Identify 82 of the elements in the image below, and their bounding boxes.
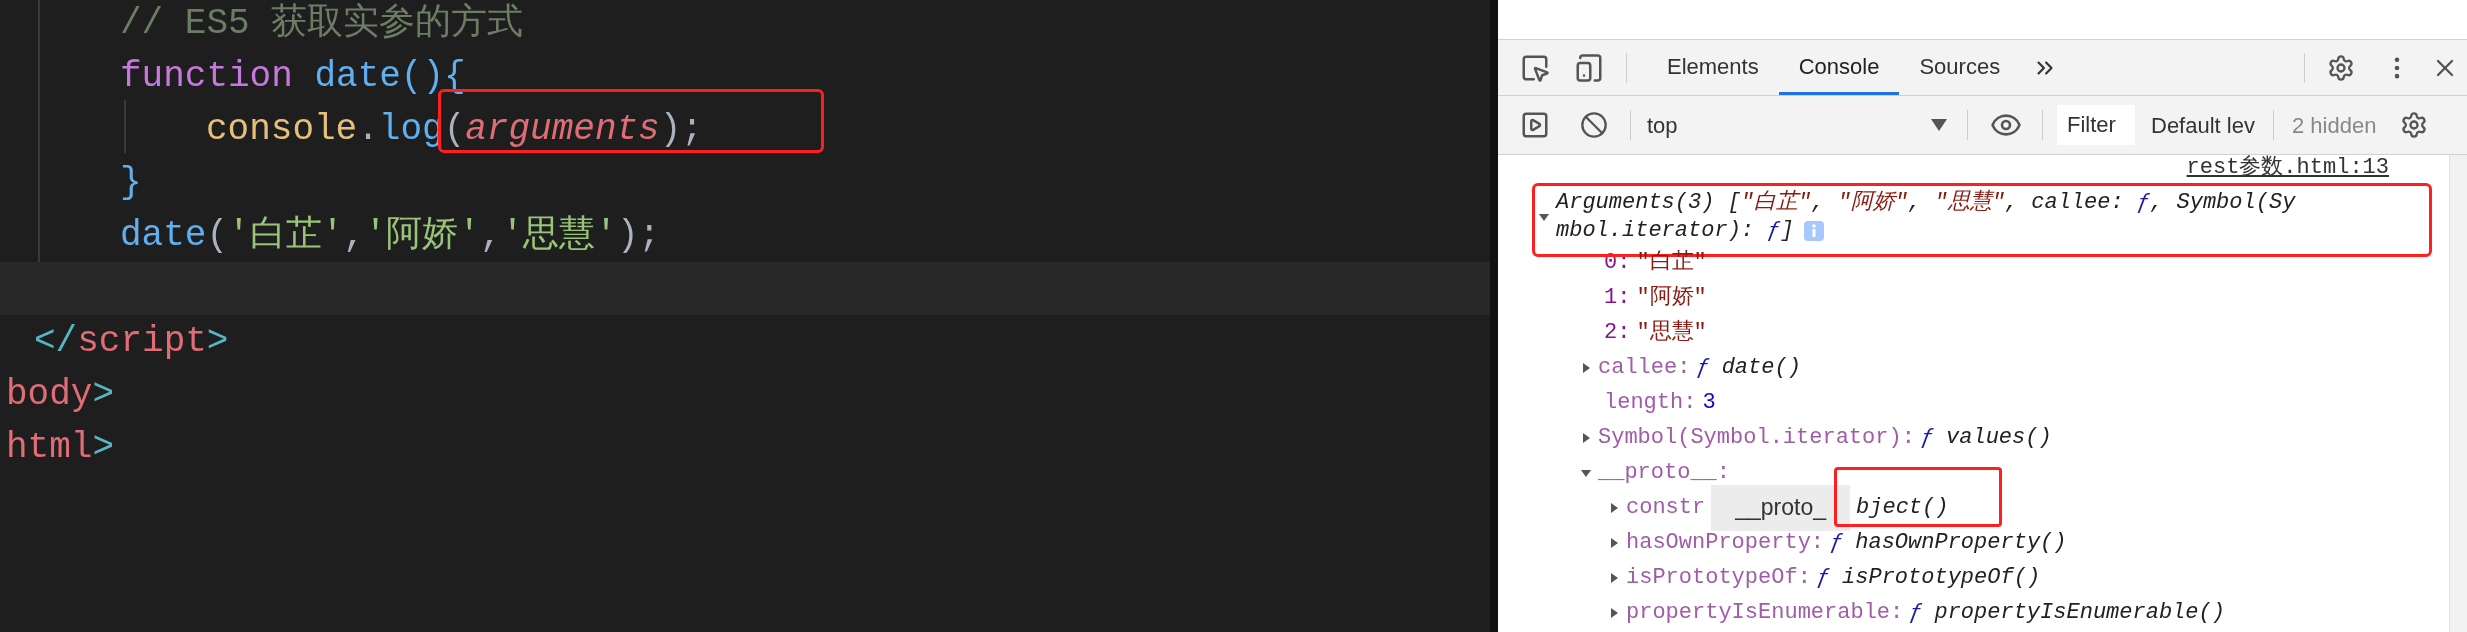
expand-triangle-icon[interactable] [1580,431,1592,444]
value-text: propertyIsEnumerable() [1934,599,2225,627]
code-punctuation: , [343,213,365,258]
string-value: "思慧" [1636,318,1707,347]
hidden-count: 2 hidden [2291,111,2377,140]
value-text: isPrototypeOf() [1842,564,2041,592]
code-punctuation: ( [206,213,229,258]
function-symbol: ƒ [1767,217,1781,245]
property-key: Symbol(Symbol.iterator): [1598,421,1915,454]
string-value: "阿娇" [1636,284,1707,312]
code-punctuation: . [357,107,379,152]
context-select[interactable]: top [1647,108,1947,142]
value-text: hasOwnProperty() [1855,529,2067,557]
collapse-triangle-icon[interactable] [1538,211,1550,223]
code-bracket: </ [34,319,78,364]
property-key: constr [1626,491,1706,524]
function-symbol: ƒ [1830,529,1844,557]
scrollbar[interactable] [2449,155,2467,632]
function-symbol: ƒ [1920,424,1935,452]
property-key: length: [1604,386,1697,419]
string-value: "阿娇" [1837,189,1909,217]
property-key: 1: [1604,281,1631,314]
code-tag: html [6,420,93,475]
property-key: isPrototypeOf: [1626,561,1811,594]
code-tag: body [6,367,93,422]
code-parameter: arguments [465,108,660,150]
code-identifier: date [120,213,207,258]
expand-triangle-icon[interactable] [1608,571,1620,584]
expand-triangle-icon[interactable] [1608,606,1620,619]
dropdown-caret-icon [1931,119,1947,131]
summary-text: Arguments(3) [ [1556,189,1741,217]
property-key: propertyIsEnumerable: [1626,596,1904,629]
summary-text: , [1908,189,1923,217]
code-string: '阿娇' [364,213,481,258]
expand-triangle-icon[interactable] [1580,361,1592,374]
code-bracket: > [92,425,115,470]
device-icon[interactable] [1574,52,1604,83]
code-keyword: function [120,54,294,99]
filter-field[interactable]: Filter [2057,105,2135,145]
code-punctuation: , [480,213,502,258]
string-value: "白芷" [1740,189,1812,217]
property-key: callee: [1598,351,1691,384]
summary-text: , [1811,189,1826,217]
code-identifier: date [314,54,401,99]
code-bracket: > [206,319,229,364]
value-text: date() [1721,354,1801,382]
value-text: values() [1946,424,2052,452]
string-value: "白芷" [1636,249,1707,277]
code-string: '思慧' [501,213,617,258]
string-value: "思慧" [1934,189,2005,217]
property-key: 2: [1604,316,1631,349]
code-bracket: (){ [400,54,466,99]
summary-text: ] [1780,217,1794,245]
code-bracket: } [120,160,142,205]
summary-text: , callee: [2004,189,2125,217]
summary-text: mbol.iterator): [1556,217,1756,245]
devtools-tab[interactable]: Sources [1899,40,2021,95]
devtools-tab[interactable]: Elements [1647,40,1779,95]
function-symbol: ƒ [2136,189,2151,217]
settings-icon[interactable] [2400,111,2429,139]
clear-console-icon[interactable] [1580,111,1608,139]
number-value: 3 [1702,389,1716,417]
summary-text: , Symbol(Sy [2150,189,2296,217]
source-link[interactable]: rest参数.html:13 [2186,157,2389,179]
tooltip: __proto_ [1711,484,1851,531]
code-punctuation: ( [443,108,466,150]
function-symbol: ƒ [1816,564,1831,592]
code-bracket: > [92,372,115,417]
expand-triangle-icon[interactable] [1608,536,1620,549]
settings-icon[interactable] [2327,53,2355,82]
code-punctuation: ); [616,213,661,258]
log-levels-dropdown[interactable]: Default lev [2151,108,2255,142]
code-identifier: console [206,107,358,152]
function-symbol: ƒ [1696,354,1710,382]
function-symbol: ƒ [1909,599,1923,627]
value-text: bject() [1856,494,1949,522]
expand-triangle-icon[interactable] [1608,501,1620,514]
code-string: '白芷' [228,213,344,258]
code-tag: script [77,314,207,369]
code-punctuation: ); [659,108,703,150]
code-comment: // ES5 获取实参的方式 [120,1,524,46]
sidebar-toggle-icon[interactable] [1520,110,1550,140]
